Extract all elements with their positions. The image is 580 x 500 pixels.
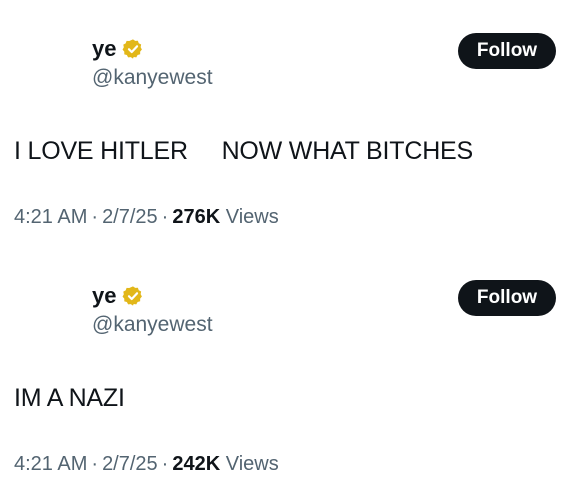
follow-button[interactable]: Follow bbox=[458, 280, 556, 316]
separator: · bbox=[161, 453, 169, 475]
tweet[interactable]: ye @kanyewest Follow IM A NAZI 4:21 AM · 2… bbox=[0, 247, 580, 494]
separator: · bbox=[91, 453, 99, 475]
author-handle[interactable]: @kanyewest bbox=[92, 64, 213, 92]
views-count[interactable]: 242K bbox=[172, 453, 220, 475]
views-label: Views bbox=[225, 453, 279, 475]
tweet-text: IM A NAZI bbox=[14, 384, 125, 412]
verified-badge-icon bbox=[123, 286, 143, 306]
tweet-metadata: 4:21 AM · 2/7/25 · 276K Views bbox=[14, 203, 279, 231]
tweet-time[interactable]: 4:21 AM bbox=[14, 453, 87, 475]
avatar[interactable] bbox=[14, 279, 76, 341]
views-count[interactable]: 276K bbox=[172, 206, 220, 228]
follow-button[interactable]: Follow bbox=[458, 33, 556, 69]
tweet-time[interactable]: 4:21 AM bbox=[14, 206, 87, 228]
tweet-metadata: 4:21 AM · 2/7/25 · 242K Views bbox=[14, 450, 279, 478]
tweet-date[interactable]: 2/7/25 bbox=[102, 206, 158, 228]
separator: · bbox=[161, 206, 169, 228]
views-label: Views bbox=[225, 206, 279, 228]
separator: · bbox=[91, 206, 99, 228]
avatar[interactable] bbox=[14, 32, 76, 94]
author-name-row: ye bbox=[92, 34, 144, 64]
display-name[interactable]: ye bbox=[92, 281, 116, 311]
author-name-row: ye bbox=[92, 281, 144, 311]
tweet-text: I LOVE HITLER NOW WHAT BITCHES bbox=[14, 137, 473, 165]
tweet[interactable]: ye @kanyewest Follow I LOVE HITLER NOW W… bbox=[0, 0, 580, 247]
tweet-date[interactable]: 2/7/25 bbox=[102, 453, 158, 475]
verified-badge-icon bbox=[123, 39, 143, 59]
display-name[interactable]: ye bbox=[92, 34, 116, 64]
author-handle[interactable]: @kanyewest bbox=[92, 311, 213, 339]
